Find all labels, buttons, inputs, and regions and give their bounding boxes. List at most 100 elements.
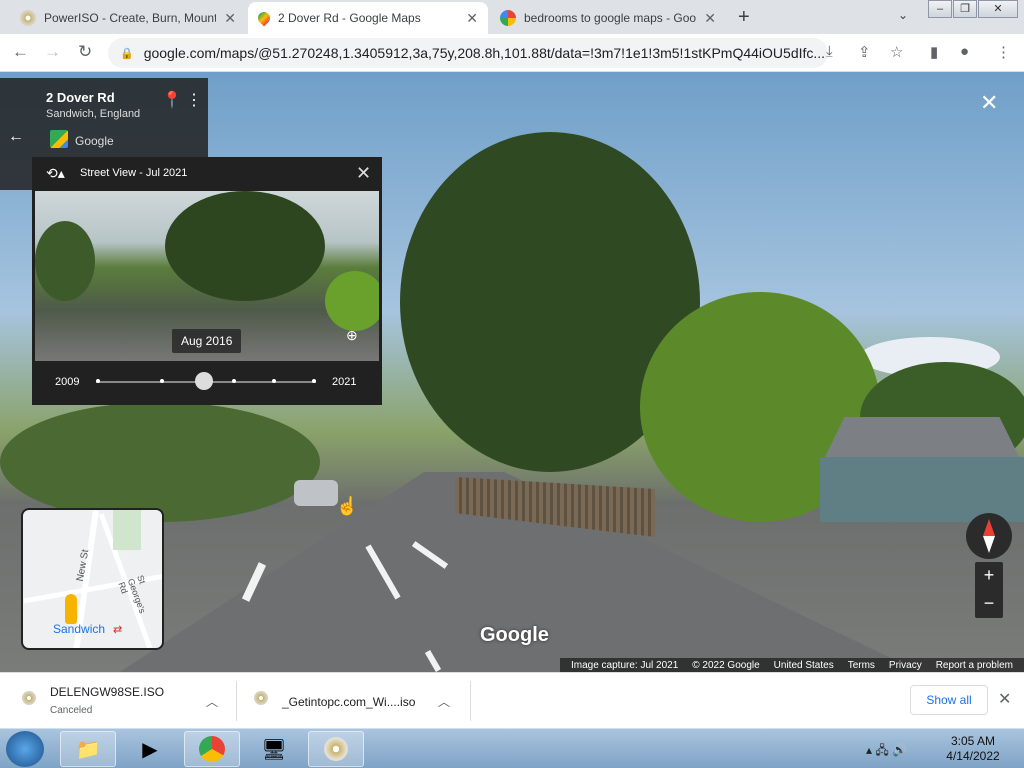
place-subtitle: Sandwich, England [46, 108, 141, 120]
lock-icon[interactable]: 🔒 [120, 47, 134, 60]
explorer-taskbar-icon[interactable]: 📁 [60, 731, 116, 767]
timeline-tick[interactable] [96, 379, 100, 383]
chrome-icon [199, 736, 225, 762]
time-travel-header: ⟲▴ Street View - Jul 2021 ✕ [32, 157, 382, 191]
menu-kebab-icon[interactable]: ⋮ [996, 43, 1011, 61]
street-label: St George's Rd [116, 573, 148, 615]
computer-taskbar-icon[interactable]: 🖥 [246, 731, 302, 767]
tab-google-maps[interactable]: 2 Dover Rd - Google Maps ✕ [248, 2, 488, 34]
tab-google-search[interactable]: bedrooms to google maps - Goo ✕ [490, 2, 726, 34]
history-clock-icon[interactable]: ⟲▴ [46, 165, 65, 182]
close-tab-icon[interactable]: ✕ [704, 10, 716, 27]
reload-icon[interactable]: ↻ [78, 42, 92, 62]
place-title: 2 Dover Rd [46, 90, 115, 105]
zoom-in-magnifier-icon[interactable]: ⊕ [346, 327, 358, 344]
report-problem-link[interactable]: Report a problem [936, 660, 1013, 671]
tab-strip: PowerISO - Create, Burn, Mount, ✕ 2 Dove… [0, 0, 1024, 34]
profile-avatar-icon[interactable]: ● [960, 43, 969, 60]
download-filename: _Getintopc.com_Wi....iso [282, 695, 416, 709]
timeline-tick[interactable] [232, 379, 236, 383]
close-icon[interactable]: ✕ [356, 163, 371, 184]
forward-arrow-icon[interactable]: → [44, 42, 61, 62]
tab-poweriso[interactable]: PowerISO - Create, Burn, Mount, ✕ [10, 2, 246, 34]
close-tab-icon[interactable]: ✕ [466, 10, 478, 27]
more-options-icon[interactable]: ⋮ [186, 90, 202, 110]
back-arrow-icon[interactable]: ← [8, 128, 24, 146]
terms-link[interactable]: Terms [848, 660, 875, 671]
close-tab-icon[interactable]: ✕ [224, 10, 236, 27]
poweriso-taskbar-icon[interactable] [308, 731, 364, 767]
imagery-footer: Image capture: Jul 2021 © 2022 Google Un… [560, 658, 1024, 672]
close-window-button[interactable]: ✕ [978, 0, 1018, 18]
town-label: Sandwich [53, 622, 106, 636]
iso-file-icon [254, 691, 268, 705]
tree-canopy [325, 271, 379, 331]
zoom-out-button[interactable]: − [975, 593, 1003, 614]
rail-station-icon: ⇄ [113, 624, 123, 636]
pegman-icon[interactable] [65, 594, 77, 624]
hand-cursor-icon: ☝ [336, 496, 359, 516]
time-travel-panel: ⟲▴ Street View - Jul 2021 ✕ Aug 2016 ⊕ 2… [32, 157, 382, 405]
side-panel-icon[interactable]: ▮ [930, 43, 938, 61]
mini-map[interactable]: New St St George's Rd Sandwich ⇄ [21, 508, 164, 650]
chrome-taskbar-icon[interactable] [184, 731, 240, 767]
timeline-start-year: 2009 [55, 376, 80, 388]
google-maps-icon [255, 9, 273, 27]
bookmark-star-icon[interactable]: ☆ [890, 43, 903, 61]
divider [470, 681, 471, 721]
google-icon [500, 10, 516, 26]
chevron-up-icon[interactable]: ︿ [438, 693, 450, 710]
house [820, 457, 1024, 522]
car [294, 480, 338, 506]
install-app-icon[interactable]: ⤓ [826, 43, 833, 60]
restore-button[interactable]: ❐ [953, 0, 977, 18]
download-filename: DELENGW98SE.ISO [50, 685, 165, 699]
back-arrow-icon[interactable]: ← [12, 42, 29, 62]
tab-title: 2 Dover Rd - Google Maps [278, 11, 421, 25]
start-button[interactable] [6, 731, 44, 767]
download-status: Canceled [50, 705, 93, 716]
timeline-tick[interactable] [312, 379, 316, 383]
address-toolbar: ← → ↻ 🔒 google.com/maps/@51.270248,1.340… [0, 34, 1024, 72]
share-icon[interactable]: ⇪ [858, 43, 871, 61]
minimize-button[interactable]: – [928, 0, 952, 18]
download-item[interactable]: DELENGW98SE.ISO Canceled ︿ [22, 679, 232, 723]
zoom-in-button[interactable]: + [975, 565, 1003, 586]
country-link[interactable]: United States [774, 660, 834, 671]
timeline-slider-thumb[interactable] [194, 372, 213, 390]
image-capture-date: Image capture: Jul 2021 [570, 659, 679, 671]
time-travel-title: Street View - Jul 2021 [80, 167, 188, 179]
iso-file-icon [22, 691, 36, 705]
chevron-up-icon[interactable]: ︿ [206, 693, 218, 710]
tab-title: bedrooms to google maps - Goo [524, 11, 697, 25]
disc-icon [324, 737, 348, 761]
close-street-view-icon[interactable]: ✕ [980, 90, 998, 116]
system-tray-icons[interactable]: ▴ 🖧 🔊 [866, 741, 907, 762]
privacy-link[interactable]: Privacy [889, 660, 922, 671]
taskbar-clock[interactable]: 3:05 AM 4/14/2022 [940, 734, 1006, 764]
timeline-tick[interactable] [272, 379, 276, 383]
timeline-tick[interactable] [160, 379, 164, 383]
provider-label: Google [75, 134, 114, 148]
google-watermark: Google [480, 624, 549, 646]
address-bar[interactable]: 🔒 google.com/maps/@51.270248,1.3405912,3… [108, 38, 828, 68]
selected-date-label: Aug 2016 [172, 329, 242, 353]
close-icon[interactable]: ✕ [998, 689, 1011, 709]
street-view-canvas[interactable]: ☝ ← 2 Dover Rd Sandwich, England 📍 ⋮ Goo… [0, 72, 1024, 672]
media-player-taskbar-icon[interactable]: ▶ [122, 731, 178, 767]
map-pin-icon[interactable]: 📍 [162, 90, 182, 110]
map-green-area [113, 510, 141, 550]
tree-canopy [0, 402, 320, 522]
new-tab-button[interactable]: + [738, 6, 750, 29]
download-shelf: DELENGW98SE.ISO Canceled ︿ _Getintopc.co… [0, 672, 1024, 728]
divider [236, 681, 237, 721]
tree-canopy [165, 191, 325, 301]
zoom-controls: + − [975, 562, 1003, 618]
copyright-text: © 2022 Google [692, 659, 760, 671]
windows-taskbar: 📁 ▶ 🖥 ▴ 🖧 🔊 3:05 AM 4/14/2022 [0, 728, 1024, 768]
tab-search-chevron-icon[interactable]: ⌄ [898, 8, 908, 22]
download-item[interactable]: _Getintopc.com_Wi....iso ︿ [254, 679, 464, 723]
url-text: google.com/maps/@51.270248,1.3405912,3a,… [143, 45, 826, 61]
show-all-button[interactable]: Show all [910, 685, 988, 715]
poweriso-icon [20, 10, 36, 26]
